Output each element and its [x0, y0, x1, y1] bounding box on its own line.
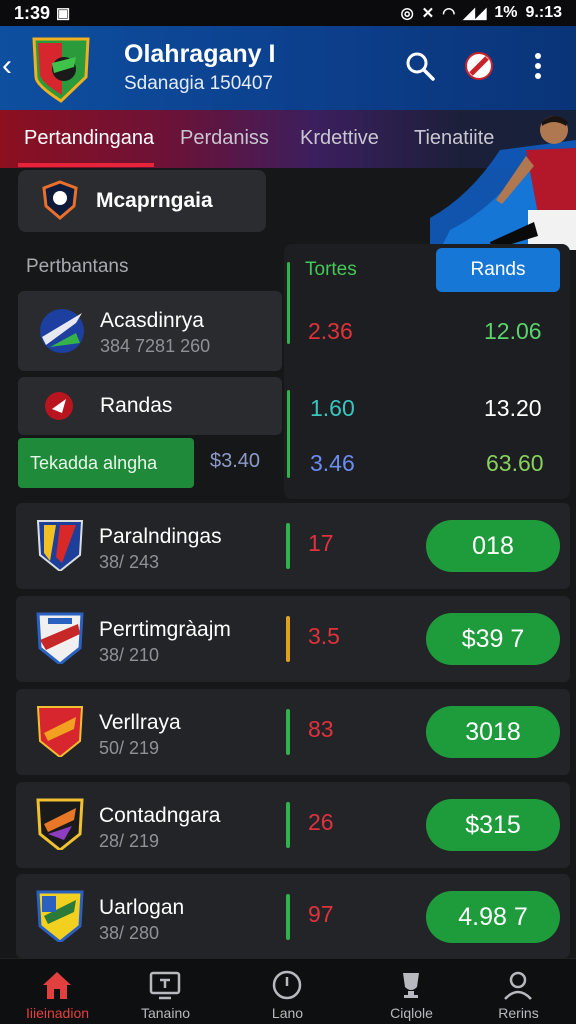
match-card[interactable]: Acasdinrya 384 7281 260 — [18, 291, 282, 371]
league-label: Mcaprngaia — [96, 189, 213, 212]
status-clock: 9.:13 — [525, 4, 562, 21]
odds-value[interactable]: 13.20 — [484, 395, 542, 422]
team-name: Uarlogan — [99, 896, 185, 919]
row-divider — [286, 616, 290, 662]
nav-label: Iiieinadion — [25, 1005, 90, 1021]
nav-label: Ciqlole — [390, 1005, 433, 1021]
bet-amount: $3.40 — [210, 450, 261, 472]
totals-header: Tortes — [305, 259, 357, 280]
search-icon[interactable] — [404, 50, 436, 82]
nav-label: Tanaino — [140, 1005, 191, 1021]
match-row[interactable]: Paralndingas 38/ 243 17 018 — [16, 503, 570, 589]
team-name: Randas — [100, 394, 173, 417]
match-odd[interactable]: 3.5 — [308, 623, 340, 650]
odds-value[interactable]: 2.36 — [308, 318, 353, 345]
header-title: Olahragany I — [124, 40, 276, 68]
player-banner-image — [430, 116, 576, 250]
odds-pill-button[interactable]: 018 — [426, 520, 560, 572]
team-name: Acasdinrya — [100, 309, 204, 332]
team-name: Paralndingas — [99, 525, 222, 548]
team-logo-icon — [36, 706, 84, 757]
match-meta: 50/ 219 — [99, 738, 160, 758]
wifi-icon: ◠ — [442, 5, 456, 22]
nav-item-trophy[interactable]: Ciqlole — [354, 959, 469, 1024]
club-crest-icon — [32, 37, 90, 103]
bet-bar[interactable]: Tekadda alngha — [18, 438, 194, 488]
match-meta: 38/ 280 — [99, 923, 160, 943]
nav-item-profile[interactable]: Rerins — [461, 959, 576, 1024]
mute-icon: ✕ — [421, 5, 435, 22]
match-row[interactable]: Uarlogan 38/ 280 97 4.98 7 — [16, 874, 570, 958]
odds-value[interactable]: 3.46 — [310, 450, 355, 477]
tv-icon — [149, 971, 181, 1000]
nav-label: Lano — [271, 1005, 304, 1021]
odds-pill-button[interactable]: $315 — [426, 799, 560, 851]
nav-label: Rerins — [498, 1005, 539, 1021]
odds-value[interactable]: 12.06 — [484, 318, 542, 345]
odds-pill-button[interactable]: $39 7 — [426, 613, 560, 665]
app-header: ‹ Olahragany I Sdanagia 150407 — [0, 26, 576, 110]
profile-icon — [504, 971, 532, 1000]
team-name: Perrtimgràajm — [99, 618, 231, 641]
tab-krdettive[interactable]: Krdettive — [300, 110, 379, 168]
match-meta: 28/ 219 — [99, 831, 160, 851]
team-logo-icon — [40, 309, 84, 353]
row-divider — [286, 894, 290, 940]
odds-value[interactable]: 1.60 — [310, 395, 355, 422]
match-odd[interactable]: 17 — [308, 530, 334, 557]
match-meta: 384 7281 260 — [100, 336, 211, 356]
bottom-nav: Iiieinadion Tanaino Lano Ciqlole Rerins — [0, 958, 576, 1024]
row-divider — [286, 709, 290, 755]
rands-button[interactable]: Rands — [436, 248, 560, 292]
active-tab-indicator — [18, 163, 154, 167]
odds-value[interactable]: 63.60 — [486, 450, 544, 477]
tab-pertandingana[interactable]: Pertandingana — [24, 110, 154, 168]
notification-icon: ▣ — [56, 5, 71, 22]
team-name: Verllraya — [99, 711, 181, 734]
nav-item-tv[interactable]: Tanaino — [108, 959, 223, 1024]
status-time: 1:39 — [14, 2, 51, 23]
league-selector[interactable]: Mcaprngaia — [18, 170, 266, 232]
home-icon — [43, 972, 71, 999]
team-logo-icon — [36, 520, 84, 571]
odds-pill-button[interactable]: 3018 — [426, 706, 560, 758]
alarm-icon: ◎ — [400, 5, 414, 22]
nav-item-clock[interactable]: Lano — [230, 959, 345, 1024]
match-odd[interactable]: 97 — [308, 901, 334, 928]
league-shield-icon — [42, 180, 78, 220]
odds-pill-button[interactable]: 4.98 7 — [426, 891, 560, 943]
ball-icon[interactable] — [463, 50, 495, 82]
match-card[interactable]: Randas — [18, 377, 282, 435]
tab-perdaniss[interactable]: Perdaniss — [180, 110, 269, 168]
team-logo-icon — [36, 612, 84, 664]
team-logo-icon — [45, 392, 73, 420]
odds-divider — [287, 390, 290, 478]
row-divider — [286, 523, 290, 569]
battery-level: 1% — [494, 4, 518, 21]
header-subtitle: Sdanagia 150407 — [124, 73, 273, 94]
back-arrow-icon[interactable]: ‹ — [2, 50, 24, 82]
section-label: Pertbantans — [26, 256, 129, 277]
match-row[interactable]: Contadngara 28/ 219 26 $315 — [16, 782, 570, 868]
match-meta: 38/ 243 — [99, 552, 160, 572]
row-divider — [286, 802, 290, 848]
team-name: Contadngara — [99, 804, 221, 827]
match-row[interactable]: Verllraya 50/ 219 83 3018 — [16, 689, 570, 775]
match-odd[interactable]: 83 — [308, 716, 334, 743]
signal-icon: ◢◢ — [463, 5, 487, 22]
more-vertical-icon[interactable] — [526, 50, 550, 82]
match-row[interactable]: Perrtimgràajm 38/ 210 3.5 $39 7 — [16, 596, 570, 682]
nav-item-home[interactable]: Iiieinadion — [0, 959, 115, 1024]
odds-divider — [287, 262, 290, 344]
team-logo-icon — [36, 798, 84, 850]
match-meta: 38/ 210 — [99, 645, 160, 665]
trophy-icon — [403, 973, 419, 998]
status-bar: 1:39 ▣ ◎ ✕ ◠ ◢◢ 1% 9.:13 — [0, 0, 576, 26]
team-logo-icon — [36, 890, 84, 942]
clock-icon — [272, 970, 302, 1000]
match-odd[interactable]: 26 — [308, 809, 334, 836]
